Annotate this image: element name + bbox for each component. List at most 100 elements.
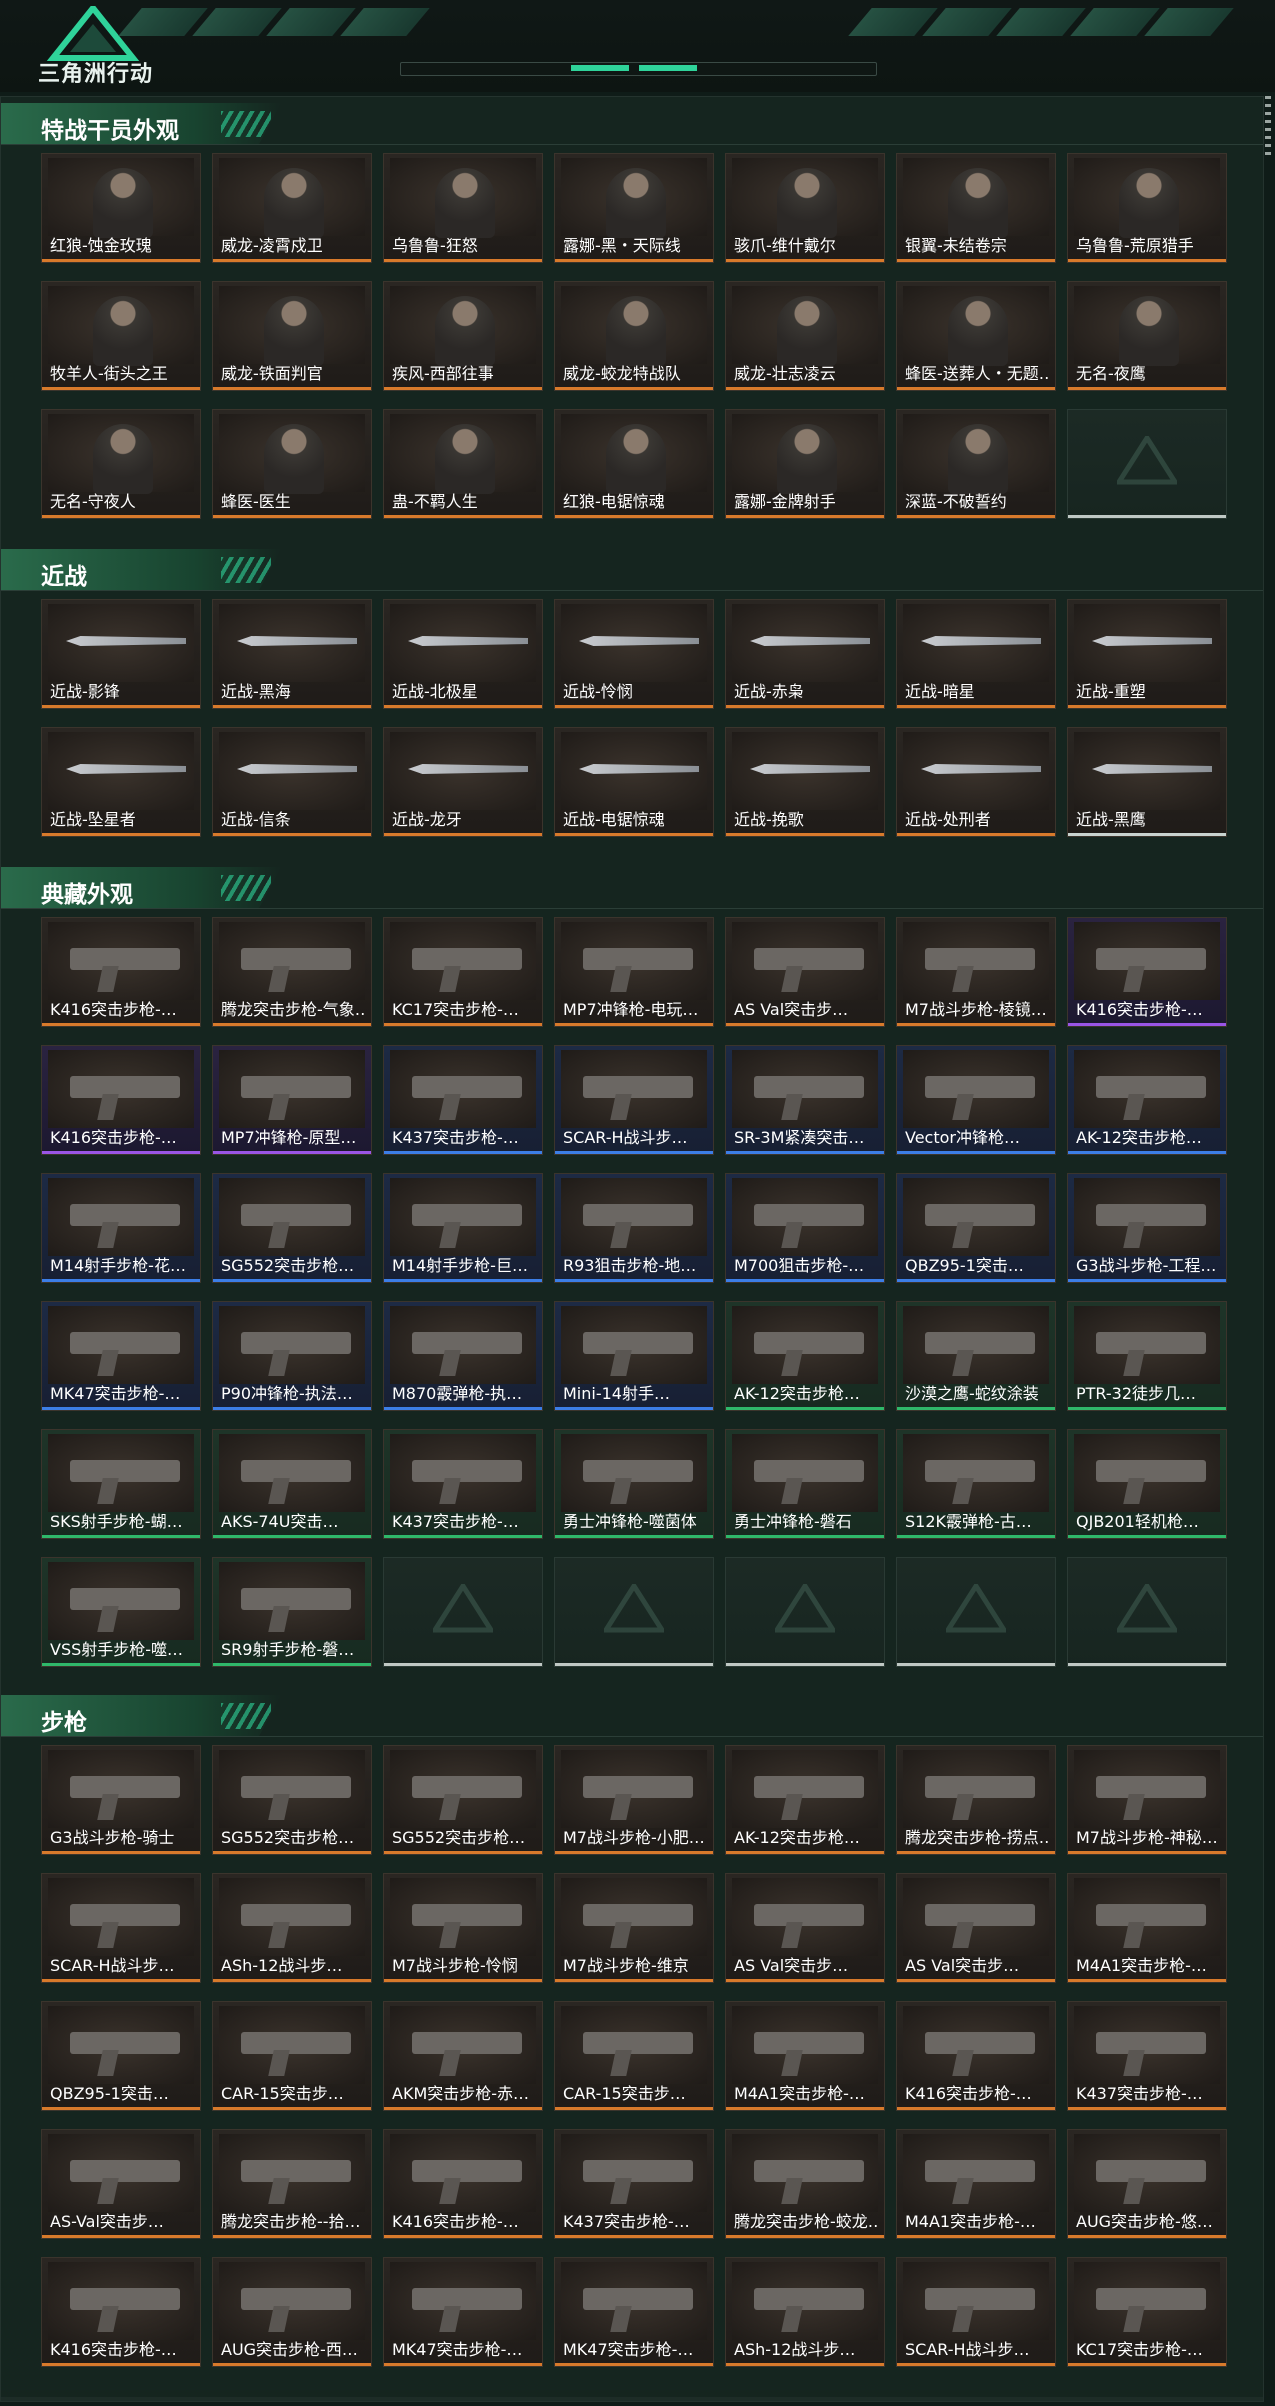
skin-card[interactable]: 近战-挽歌 [725,727,885,837]
skin-card[interactable]: 近战-北极星 [383,599,543,709]
skin-card[interactable]: 近战-电锯惊魂 [554,727,714,837]
skin-card[interactable]: QBZ95-1突击… [41,2001,201,2111]
skin-card[interactable]: 红狼-蚀金玫瑰 [41,153,201,263]
skin-card[interactable]: SKS射手步枪-蝴… [41,1429,201,1539]
skin-card[interactable]: M7战斗步枪-棱镜… [896,917,1056,1027]
skin-card[interactable]: AKM突击步枪-赤… [383,2001,543,2111]
skin-card[interactable]: M4A1突击步枪-… [1067,1873,1227,1983]
skin-card[interactable]: 乌鲁鲁-荒原猎手 [1067,153,1227,263]
skin-card[interactable]: 无名-守夜人 [41,409,201,519]
skin-card[interactable]: K437突击步枪-… [383,1429,543,1539]
skin-card[interactable]: 蜂医-医生 [212,409,372,519]
skin-card[interactable]: 近战-赤枭 [725,599,885,709]
skin-card[interactable]: 近战-暗星 [896,599,1056,709]
skin-card[interactable]: 蛊-不羁人生 [383,409,543,519]
skin-card[interactable]: 近战-处刑者 [896,727,1056,837]
skin-card[interactable]: K437突击步枪-… [1067,2001,1227,2111]
skin-card[interactable]: SCAR-H战斗步… [41,1873,201,1983]
skin-card[interactable]: K416突击步枪-… [41,1045,201,1155]
skin-card[interactable]: 近战-信条 [212,727,372,837]
skin-card[interactable]: 威龙-凌霄戍卫 [212,153,372,263]
skin-card[interactable]: Vector冲锋枪… [896,1045,1056,1155]
skin-card[interactable]: SG552突击步枪… [383,1745,543,1855]
skin-card[interactable]: 腾龙突击步枪-捞点… [896,1745,1056,1855]
skin-card[interactable]: 牧羊人-街头之王 [41,281,201,391]
skin-card[interactable]: 勇士冲锋枪-噬菌体 [554,1429,714,1539]
skin-card[interactable]: SCAR-H战斗步… [896,2257,1056,2367]
skin-card[interactable]: R93狙击步枪-地… [554,1173,714,1283]
skin-card[interactable]: 腾龙突击步枪-气象… [212,917,372,1027]
skin-card[interactable]: MK47突击步枪-… [383,2257,543,2367]
skin-card[interactable]: G3战斗步枪-工程… [1067,1173,1227,1283]
skin-card[interactable]: SG552突击步枪… [212,1745,372,1855]
skin-card[interactable]: VSS射手步枪-噬… [41,1557,201,1667]
skin-card[interactable]: 近战-龙牙 [383,727,543,837]
skin-card[interactable]: M700狙击步枪-… [725,1173,885,1283]
skin-card[interactable]: MP7冲锋枪-电玩… [554,917,714,1027]
skin-card[interactable]: 近战-坠星者 [41,727,201,837]
skin-card[interactable]: CAR-15突击步… [554,2001,714,2111]
skin-card[interactable]: 银翼-未结卷宗 [896,153,1056,263]
skin-card[interactable]: M4A1突击步枪-… [725,2001,885,2111]
skin-card[interactable]: 乌鲁鲁-狂怒 [383,153,543,263]
skin-card[interactable]: SR-3M紧凑突击… [725,1045,885,1155]
skin-card[interactable]: MK47突击步枪-… [41,1301,201,1411]
skin-card[interactable]: 近战-黑海 [212,599,372,709]
skin-card[interactable]: QJB201轻机枪… [1067,1429,1227,1539]
skin-card[interactable]: AK-12突击步枪… [1067,1045,1227,1155]
skin-card[interactable]: M14射手步枪-巨… [383,1173,543,1283]
skin-card[interactable]: M870霰弹枪-执… [383,1301,543,1411]
skin-card[interactable]: AS Val突击步… [725,1873,885,1983]
skin-card[interactable]: AK-12突击步枪… [725,1745,885,1855]
skin-card[interactable]: 红狼-电锯惊魂 [554,409,714,519]
skin-card[interactable]: MK47突击步枪-… [554,2257,714,2367]
skin-card[interactable]: 近战-黑鹰 [1067,727,1227,837]
skin-card[interactable]: K416突击步枪-… [41,2257,201,2367]
skin-card[interactable]: SR9射手步枪-磐… [212,1557,372,1667]
skin-card[interactable]: AS Val突击步… [725,917,885,1027]
skin-card[interactable]: 沙漠之鹰-蛇纹涂装 [896,1301,1056,1411]
skin-card[interactable]: K416突击步枪-… [41,917,201,1027]
skin-card[interactable]: 露娜-黑・天际线 [554,153,714,263]
skin-card[interactable]: K416突击步枪-… [1067,917,1227,1027]
skin-card[interactable]: ASh-12战斗步… [725,2257,885,2367]
skin-card[interactable]: MP7冲锋枪-原型… [212,1045,372,1155]
skin-card[interactable]: 蜂医-送葬人・无题… [896,281,1056,391]
skin-card[interactable]: AK-12突击步枪… [725,1301,885,1411]
skin-card[interactable]: AS-Val突击步… [41,2129,201,2239]
skin-card[interactable]: S12K霰弹枪-古… [896,1429,1056,1539]
skin-card[interactable]: 威龙-铁面判官 [212,281,372,391]
skin-card[interactable]: 勇士冲锋枪-磐石 [725,1429,885,1539]
skin-card[interactable]: 近战-重塑 [1067,599,1227,709]
skin-card[interactable]: M7战斗步枪-神秘… [1067,1745,1227,1855]
skin-card[interactable]: KC17突击步枪-… [383,917,543,1027]
skin-card[interactable]: 骇爪-维什戴尔 [725,153,885,263]
skin-card[interactable]: ASh-12战斗步… [212,1873,372,1983]
skin-card[interactable]: 近战-影锋 [41,599,201,709]
skin-card[interactable]: CAR-15突击步… [212,2001,372,2111]
skin-card[interactable]: PTR-32徒步几… [1067,1301,1227,1411]
skin-card[interactable]: 威龙-壮志凌云 [725,281,885,391]
skin-card[interactable]: AKS-74U突击… [212,1429,372,1539]
skin-card[interactable]: 腾龙突击步枪--拾… [212,2129,372,2239]
skin-card[interactable]: 威龙-蛟龙特战队 [554,281,714,391]
skin-card[interactable]: 露娜-金牌射手 [725,409,885,519]
skin-card[interactable]: G3战斗步枪-骑士 [41,1745,201,1855]
skin-card[interactable]: 腾龙突击步枪-蛟龙… [725,2129,885,2239]
skin-card[interactable]: SCAR-H战斗步… [554,1045,714,1155]
skin-card[interactable]: M7战斗步枪-怜悯 [383,1873,543,1983]
skin-card[interactable]: M7战斗步枪-小肥… [554,1745,714,1855]
skin-card[interactable]: KC17突击步枪-… [1067,2257,1227,2367]
skin-card[interactable]: SG552突击步枪… [212,1173,372,1283]
skin-card[interactable]: 无名-夜鹰 [1067,281,1227,391]
skin-card[interactable]: K416突击步枪-… [383,2129,543,2239]
skin-card[interactable]: K416突击步枪-… [896,2001,1056,2111]
skin-card[interactable]: P90冲锋枪-执法… [212,1301,372,1411]
skin-card[interactable]: Mini-14射手… [554,1301,714,1411]
skin-card[interactable]: AUG突击步枪-西… [212,2257,372,2367]
skin-card[interactable]: 深蓝-不破誓约 [896,409,1056,519]
skin-card[interactable]: K437突击步枪-… [383,1045,543,1155]
skin-card[interactable]: M4A1突击步枪-… [896,2129,1056,2239]
skin-card[interactable]: M7战斗步枪-维京 [554,1873,714,1983]
skin-card[interactable]: QBZ95-1突击… [896,1173,1056,1283]
